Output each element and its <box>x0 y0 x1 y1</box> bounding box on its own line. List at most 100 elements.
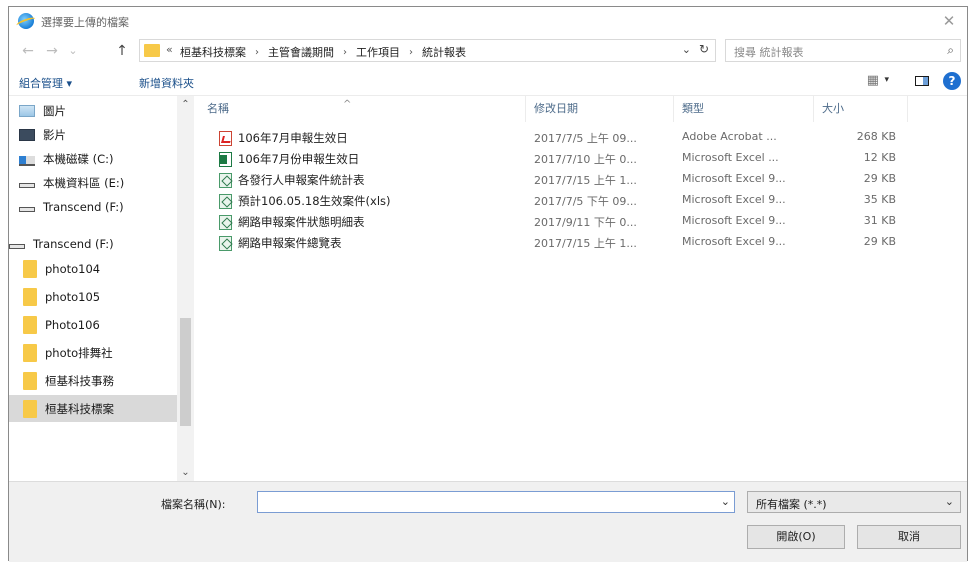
breadcrumb-item[interactable]: 統計報表 <box>422 44 466 60</box>
nav-item-label: 圖片 <box>43 104 66 118</box>
nav-item-drive-e[interactable]: 本機資料區 (E:) <box>9 171 187 195</box>
file-name-cell: 網路申報案件狀態明細表 <box>219 214 365 230</box>
open-button[interactable]: 開啟(O) <box>747 525 845 549</box>
nav-item-label: photo104 <box>45 262 101 276</box>
breadcrumb-chevron-icon[interactable]: › <box>343 47 347 58</box>
file-size: 268 KB <box>856 130 896 143</box>
folder-icon <box>23 372 37 390</box>
filename-dropdown-icon[interactable]: ⌄ <box>721 495 730 508</box>
nav-item-folder[interactable]: photo排舞社 <box>9 341 191 365</box>
cancel-button[interactable]: 取消 <box>857 525 961 549</box>
file-name: 網路申報案件總覽表 <box>238 236 342 250</box>
file-name-cell: 網路申報案件總覽表 <box>219 235 342 251</box>
nav-scrollbar[interactable]: ⌃ ⌄ <box>177 96 194 481</box>
nav-item-label: photo105 <box>45 290 101 304</box>
file-row[interactable]: 網路申報案件總覽表 2017/7/15 上午 1... Microsoft Exce… <box>199 232 969 253</box>
file-row[interactable]: 106年7月份申報生效日 2017/7/10 上午 0... Microsoft E… <box>199 148 969 169</box>
file-type: Adobe Acrobat ... <box>682 130 777 143</box>
scroll-up-icon[interactable]: ⌃ <box>177 96 194 113</box>
view-options-icon[interactable]: ▦ <box>867 73 879 88</box>
nav-item-folder[interactable]: Photo106 <box>9 313 191 337</box>
nav-item-label: 桓基科技事務 <box>45 374 114 388</box>
folder-icon <box>23 344 37 362</box>
drive-icon <box>19 206 35 212</box>
file-row[interactable]: 網路申報案件狀態明細表 2017/9/11 下午 0... Microsoft Ex… <box>199 211 969 232</box>
folder-icon <box>144 44 160 57</box>
address-bar[interactable]: « 桓基科技標案 › 主管會議期間 › 工作項目 › 統計報表 ⌄ ↻ <box>139 39 716 62</box>
internet-explorer-icon <box>18 13 34 29</box>
folder-icon <box>23 260 37 278</box>
close-button[interactable]: ✕ <box>937 10 961 32</box>
filename-input[interactable]: ⌄ <box>257 491 735 513</box>
up-arrow-icon[interactable]: ↑ <box>113 42 131 60</box>
nav-item-drive-f[interactable]: Transcend (F:) <box>9 195 187 219</box>
back-arrow-icon[interactable]: ← <box>19 42 37 60</box>
dialog-title: 選擇要上傳的檔案 <box>41 16 129 29</box>
file-type: Microsoft Excel 9... <box>682 214 786 227</box>
navigation-pane: 圖片 影片 本機磁碟 (C:) 本機資料區 (E:) Transcend (F:… <box>9 96 195 481</box>
new-folder-button[interactable]: 新增資料夾 <box>139 75 194 91</box>
filetype-dropdown-icon: ⌄ <box>944 495 954 508</box>
column-header-name[interactable]: 名稱 ^ <box>199 96 526 122</box>
command-toolbar: 組合管理 ▾ 新增資料夾 ▦ ▾ ? <box>9 69 967 96</box>
file-row[interactable]: 106年7月申報生效日 2017/7/5 上午 09... Adobe Acroba… <box>199 127 969 148</box>
file-size: 29 KB <box>863 235 896 248</box>
preview-pane-icon[interactable] <box>915 76 929 86</box>
filetype-select[interactable]: 所有檔案 (*.*) ⌄ <box>747 491 961 513</box>
column-header-type[interactable]: 類型 <box>674 96 814 122</box>
nav-item-folder[interactable]: 桓基科技事務 <box>9 369 191 393</box>
file-name: 106年7月申報生效日 <box>238 131 348 145</box>
system-drive-icon <box>19 156 35 166</box>
excel-file-icon <box>219 235 232 251</box>
file-name-cell: 各發行人申報案件統計表 <box>219 172 365 188</box>
breadcrumb-chevron-icon[interactable]: › <box>255 47 259 58</box>
folder-icon <box>23 288 37 306</box>
drive-icon <box>9 243 25 249</box>
breadcrumb-item[interactable]: 主管會議期間 <box>268 44 334 60</box>
scroll-down-icon[interactable]: ⌄ <box>177 464 194 481</box>
file-type: Microsoft Excel ... <box>682 151 779 164</box>
refresh-icon[interactable]: ↻ <box>699 42 709 56</box>
nav-item-folder-selected[interactable]: 桓基科技標案 <box>9 395 191 422</box>
breadcrumb-item[interactable]: 桓基科技標案 <box>180 44 246 60</box>
help-icon[interactable]: ? <box>943 72 961 90</box>
nav-item-label: Transcend (F:) <box>43 200 124 214</box>
forward-arrow-icon[interactable]: → <box>43 42 61 60</box>
view-dropdown-icon[interactable]: ▾ <box>884 75 889 85</box>
file-list: 名稱 ^ 修改日期 類型 大小 106年7月申報生效日 2017/7/5 上午 0… <box>199 96 967 481</box>
pictures-icon <box>19 105 35 117</box>
nav-item-drive-c[interactable]: 本機磁碟 (C:) <box>9 147 187 171</box>
nav-item-label: Transcend (F:) <box>33 237 114 251</box>
nav-item-folder[interactable]: photo104 <box>9 257 191 281</box>
nav-item-folder[interactable]: photo105 <box>9 285 191 309</box>
breadcrumb-chevron-icon[interactable]: › <box>409 47 413 58</box>
file-name: 各發行人申報案件統計表 <box>238 173 365 187</box>
column-header-label: 修改日期 <box>534 102 578 115</box>
file-size: 35 KB <box>863 193 896 206</box>
nav-item-label: 影片 <box>43 128 66 142</box>
recent-locations-icon[interactable]: ⌄ <box>64 42 82 60</box>
scrollbar-thumb[interactable] <box>180 318 191 426</box>
file-modified: 2017/7/5 上午 09... <box>534 132 637 145</box>
nav-item-videos[interactable]: 影片 <box>9 123 187 147</box>
nav-item-label: 本機磁碟 (C:) <box>43 152 114 166</box>
nav-item-pictures[interactable]: 圖片 <box>9 99 187 123</box>
overflow-crumbs-icon[interactable]: « <box>166 43 173 56</box>
drive-icon <box>19 182 35 188</box>
title-bar: 選擇要上傳的檔案 ✕ <box>9 7 967 35</box>
address-dropdown-icon[interactable]: ⌄ <box>682 43 691 56</box>
column-header-size[interactable]: 大小 <box>814 96 908 122</box>
file-modified: 2017/7/15 上午 1... <box>534 174 637 187</box>
file-row[interactable]: 預計106.05.18生效案件(xls) 2017/7/5 下午 09... Mic… <box>199 190 969 211</box>
dialog-footer: 檔案名稱(N): ⌄ 所有檔案 (*.*) ⌄ 開啟(O) 取消 <box>9 481 967 562</box>
organize-button[interactable]: 組合管理 ▾ <box>19 75 72 91</box>
file-row[interactable]: 各發行人申報案件統計表 2017/7/15 上午 1... Microsoft Ex… <box>199 169 969 190</box>
search-icon[interactable]: ⌕ <box>947 43 954 58</box>
excel-file-icon <box>219 214 232 230</box>
search-input[interactable]: 搜尋 統計報表 ⌕ <box>725 39 961 62</box>
breadcrumb-item[interactable]: 工作項目 <box>356 44 400 60</box>
nav-item-drive-f-root[interactable]: Transcend (F:) <box>9 232 177 256</box>
column-header-modified[interactable]: 修改日期 <box>526 96 674 122</box>
file-modified: 2017/7/5 下午 09... <box>534 195 637 208</box>
nav-item-label: Photo106 <box>45 318 100 332</box>
